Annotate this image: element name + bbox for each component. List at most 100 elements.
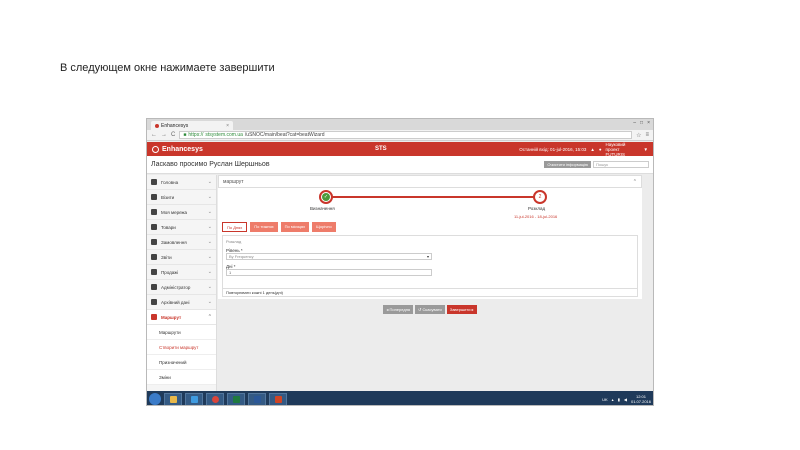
schedule-panel: Розклад Рівень * By Frequency ▾ Дні * 1 … (222, 235, 638, 297)
chevron-down-icon: ⌄ (207, 239, 212, 245)
taskbar-explorer[interactable] (164, 392, 182, 405)
network-tray-icon[interactable]: ▮ (618, 397, 620, 402)
sidebar-item-reports[interactable]: Звіти ⌄ (147, 250, 216, 265)
sidebar-item-home[interactable]: Головна ⌄ (147, 175, 216, 190)
cancel-button-label: Скасувати (422, 307, 442, 312)
url-field[interactable]: ■ https:// stsystem.com.ua /uSNOC/main/b… (179, 131, 633, 139)
chevron-down-icon: ⌄ (207, 224, 212, 230)
start-button[interactable] (149, 393, 161, 405)
chevron-down-icon: ⌄ (207, 299, 212, 305)
sidebar-item-sales[interactable]: Продажі ⌄ (147, 265, 216, 280)
chevron-up-icon: ⌃ (207, 314, 212, 320)
sidebar-item-orders[interactable]: Замовлення ⌄ (147, 235, 216, 250)
back-icon[interactable]: ← (151, 132, 157, 138)
url-prefix: https:// (188, 132, 204, 138)
clock[interactable]: 12:01 01.07.2016 (631, 394, 651, 404)
check-icon: ✓ (322, 193, 330, 201)
header-right: Останній вхід: 01-jul-2016, 15:03 ▲ ● На… (519, 142, 648, 157)
forward-icon[interactable]: → (161, 132, 167, 138)
breadcrumb: маршрут ⌃ (218, 175, 642, 188)
sidebar-subitem-create-route[interactable]: Створити маршрут (147, 340, 216, 355)
tab-title: Enhancesys (161, 122, 189, 129)
cart-icon (151, 239, 157, 245)
network-icon (151, 209, 157, 215)
chevron-down-icon: ⌄ (207, 284, 212, 290)
step-schedule-label: Розклад (528, 206, 546, 211)
tray-arrow-icon[interactable]: ▴ (612, 397, 614, 402)
sidebar-item-label: Моя мережа (161, 209, 188, 215)
volume-icon[interactable]: ◀ (624, 397, 627, 402)
step-schedule[interactable]: 2 (533, 190, 547, 204)
minimize-icon[interactable]: – (633, 120, 636, 126)
app-header: Enhancesys STS Останній вхід: 01-jul-201… (147, 142, 653, 157)
sidebar-item-visits[interactable]: Візити ⌄ (147, 190, 216, 205)
bell-icon[interactable]: ▲ (590, 147, 594, 152)
menu-icon[interactable]: ≡ (645, 132, 649, 138)
browser-tab[interactable]: Enhancesys × (151, 121, 233, 130)
sidebar-subitem-changes[interactable]: Зміни (147, 370, 216, 385)
sidebar-item-label: Головна (161, 179, 179, 185)
step-connector (326, 196, 540, 198)
chevron-down-icon: ⌄ (207, 179, 212, 185)
chevron-down-icon[interactable]: ▼ (644, 147, 648, 152)
chevron-up-icon[interactable]: ⌃ (633, 179, 637, 185)
word-icon (253, 395, 261, 403)
sidebar-item-route[interactable]: Маршрут ⌃ (147, 310, 216, 325)
app-logo[interactable]: Enhancesys (152, 145, 203, 153)
address-bar: ← → C ■ https:// stsystem.com.ua /uSNOC/… (147, 130, 653, 141)
chevron-down-icon: ⌄ (207, 209, 212, 215)
org-line1: Науковий проект (605, 141, 626, 152)
taskbar-ie[interactable] (185, 392, 203, 405)
maximize-icon[interactable]: □ (640, 120, 643, 126)
window-controls: – □ × (633, 120, 650, 126)
lock-icon: ■ (183, 132, 187, 138)
system-tray: UK ▴ ▮ ◀ 12:01 01.07.2016 (602, 394, 651, 404)
sales-icon (151, 269, 157, 275)
tab-daily[interactable]: По Днях (222, 222, 248, 232)
schedule-form: По Днях По тижнях По місяцях Щорічно Роз… (218, 218, 642, 299)
days-field[interactable]: 1 (226, 269, 432, 276)
sidebar-item-archive[interactable]: Архівний дані ⌄ (147, 295, 216, 310)
taskbar-word[interactable] (248, 392, 266, 405)
taskbar-chrome[interactable] (206, 392, 224, 405)
url-path: /uSNOC/main/beat?cat=beatWizard (244, 132, 325, 138)
favicon-icon (155, 123, 159, 128)
sidebar-item-label: Замовлення (161, 239, 187, 245)
user-icon[interactable]: ● (599, 147, 602, 152)
language-indicator[interactable]: UK (602, 397, 608, 402)
sidebar-subitem-assigned[interactable]: Призначений (147, 355, 216, 370)
os-taskbar: UK ▴ ▮ ◀ 12:01 01.07.2016 (147, 391, 653, 405)
tab-yearly[interactable]: Щорічно (312, 222, 336, 232)
search-input[interactable]: Пошук (593, 161, 649, 168)
close-tab-icon[interactable]: × (226, 123, 229, 129)
schedule-date-range: 11-jul-2016 - 18-jul-2016 (514, 214, 558, 219)
folder-icon (169, 395, 177, 403)
org-name: Науковий проект FUTURIS (606, 142, 640, 157)
close-window-icon[interactable]: × (647, 120, 650, 126)
tab-monthly[interactable]: По місяцях (280, 222, 310, 232)
reload-icon[interactable]: C (171, 132, 175, 138)
sidebar-item-products[interactable]: Товари ⌄ (147, 220, 216, 235)
back-button[interactable]: ◂ Попередня (383, 305, 414, 314)
sidebar-subitem-routes[interactable]: Маршрути (147, 325, 216, 340)
back-button-label: Попередня (389, 307, 411, 312)
chrome-icon (211, 395, 219, 403)
finish-button[interactable]: Завершити ▸ (446, 305, 477, 314)
step-definition[interactable]: ✓ (319, 190, 333, 204)
wizard-actions: ◂ Попередня ↺ Скасувати Завершити ▸ (218, 305, 642, 314)
logo-icon (152, 145, 159, 153)
taskbar-excel[interactable] (227, 392, 245, 405)
sidebar-item-label: Маршрут (161, 314, 182, 320)
tab-weekly[interactable]: По тижнях (250, 222, 278, 232)
star-icon[interactable]: ☆ (636, 132, 641, 139)
clear-info-button[interactable]: Очистити інформацію (544, 161, 591, 168)
archive-icon (151, 299, 157, 305)
repeat-summary: Повторювати кожні 1 день(дні) (223, 288, 637, 296)
chevron-down-icon: ⌄ (207, 269, 212, 275)
section-title: Розклад (226, 239, 242, 244)
sidebar-item-admin[interactable]: Адміністратор ⌄ (147, 280, 216, 295)
sidebar-item-network[interactable]: Моя мережа ⌄ (147, 205, 216, 220)
taskbar-powerpoint[interactable] (269, 392, 287, 405)
cancel-button[interactable]: ↺ Скасувати (415, 305, 445, 314)
level-select[interactable]: By Frequency ▾ (226, 253, 432, 260)
